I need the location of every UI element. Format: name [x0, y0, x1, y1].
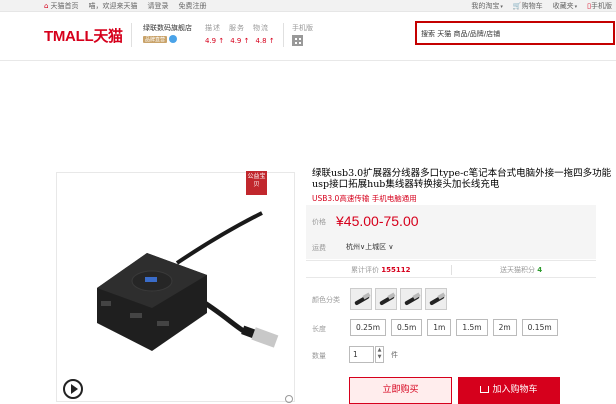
zoom-icon[interactable]: [285, 395, 293, 403]
home-link[interactable]: ⌂ 天猫首页: [44, 1, 78, 11]
product-image[interactable]: 公益宝贝: [56, 171, 295, 403]
cart-icon: [480, 386, 490, 393]
color-option-4[interactable]: [425, 288, 447, 310]
length-option[interactable]: 0.15m: [521, 319, 558, 336]
sales-stats: 累计评价 155112 送天猫积分 4: [306, 260, 596, 278]
length-option[interactable]: 1.5m: [456, 319, 488, 336]
tmall-logo[interactable]: TMALL天猫: [44, 25, 123, 46]
my-taobao-menu[interactable]: 我的淘宝▾: [471, 1, 503, 11]
color-option-2[interactable]: [375, 288, 397, 310]
login-link[interactable]: 请登录: [147, 1, 168, 11]
store-name[interactable]: 绿联数码旗舰店: [143, 23, 192, 33]
product-subtitle: USB3.0高速传输 手机电脑通用: [312, 194, 417, 203]
quantity-unit: 件: [391, 351, 398, 359]
play-video-button[interactable]: [63, 379, 83, 399]
divider: [283, 23, 284, 47]
shipping-location-select[interactable]: 杭州∨上城区 ∨: [346, 242, 393, 252]
product-title: 绿联usb3.0扩展器分线器多口type-c笔记本台式电脑外接一拖四多功能usp…: [312, 168, 612, 190]
rating-score-description: 4.9 ↑: [205, 37, 225, 45]
reviews-count: 155112: [381, 266, 411, 274]
chat-icon[interactable]: [169, 35, 178, 43]
rating-label-logistics: 物流: [253, 24, 269, 32]
chevron-down-icon: ▾: [574, 4, 578, 10]
search-box[interactable]: 搜索 天猫 商品/品牌/店铺: [415, 21, 615, 45]
length-option[interactable]: 0.5m: [391, 319, 423, 336]
search-input[interactable]: 搜索 天猫 商品/品牌/店铺: [421, 29, 500, 39]
color-option-1[interactable]: [350, 288, 372, 310]
price-label: 价格: [312, 218, 326, 226]
rating-score-logistics: 4.8 ↑: [255, 37, 275, 45]
qr-code-icon: [292, 35, 303, 46]
points-value: 4: [537, 266, 543, 274]
store-ratings: 描述 服务 物流 4.9 ↑ 4.9 ↑ 4.8 ↑: [205, 23, 275, 45]
length-option[interactable]: 1m: [427, 319, 452, 336]
length-label: 长度: [312, 325, 326, 333]
store-header: TMALL天猫 绿联数码旗舰店 品牌直营 描述 服务 物流 4.9 ↑ 4.9 …: [0, 13, 616, 61]
mobile-qr[interactable]: 手机版: [292, 23, 313, 46]
home-icon: ⌂: [44, 2, 49, 10]
quantity-label: 数量: [312, 352, 326, 360]
greeting-text: 喵，欢迎来天猫: [88, 2, 138, 10]
rating-score-service: 4.9 ↑: [230, 37, 250, 45]
top-site-nav: ⌂ 天猫首页 喵，欢迎来天猫 请登录 免费注册 我的淘宝▾ 🛒购物车 收藏夹▾ ▯…: [0, 0, 616, 12]
quantity-stepper[interactable]: ▲ ▼: [375, 346, 384, 363]
mobile-label: 手机版: [292, 24, 313, 32]
register-link[interactable]: 免费注册: [178, 1, 206, 11]
cart-link[interactable]: 🛒购物车: [513, 1, 543, 11]
chevron-down-icon: ▾: [500, 4, 503, 10]
usb-hub-image: [97, 211, 279, 351]
length-option[interactable]: 0.25m: [350, 319, 387, 336]
length-options: 0.25m 0.5m 1m 1.5m 2m 0.15m: [350, 319, 558, 336]
chevron-down-icon[interactable]: ▼: [376, 354, 383, 361]
store-info[interactable]: 绿联数码旗舰店 品牌直营: [143, 23, 192, 43]
quantity-input[interactable]: 1: [349, 346, 374, 363]
favorites-menu[interactable]: 收藏夹▾: [553, 1, 578, 11]
rating-label-service: 服务: [229, 24, 245, 32]
reviews-stat[interactable]: 累计评价 155112: [351, 265, 410, 275]
divider: [131, 23, 132, 47]
price-value: ¥45.00-75.00: [336, 213, 419, 229]
length-option[interactable]: 2m: [492, 319, 517, 336]
color-options: [350, 288, 447, 310]
store-badge: 品牌直营: [143, 36, 168, 43]
mobile-link[interactable]: ▯手机版: [587, 1, 612, 11]
cart-icon: 🛒: [512, 2, 522, 10]
color-option-3[interactable]: [400, 288, 422, 310]
shipping-label: 运费: [312, 244, 326, 252]
color-label: 颜色分类: [312, 296, 340, 304]
rating-label-description: 描述: [205, 24, 221, 32]
chevron-up-icon[interactable]: ▲: [376, 347, 383, 354]
points-stat: 送天猫积分 4: [500, 266, 543, 274]
divider: [451, 265, 452, 275]
